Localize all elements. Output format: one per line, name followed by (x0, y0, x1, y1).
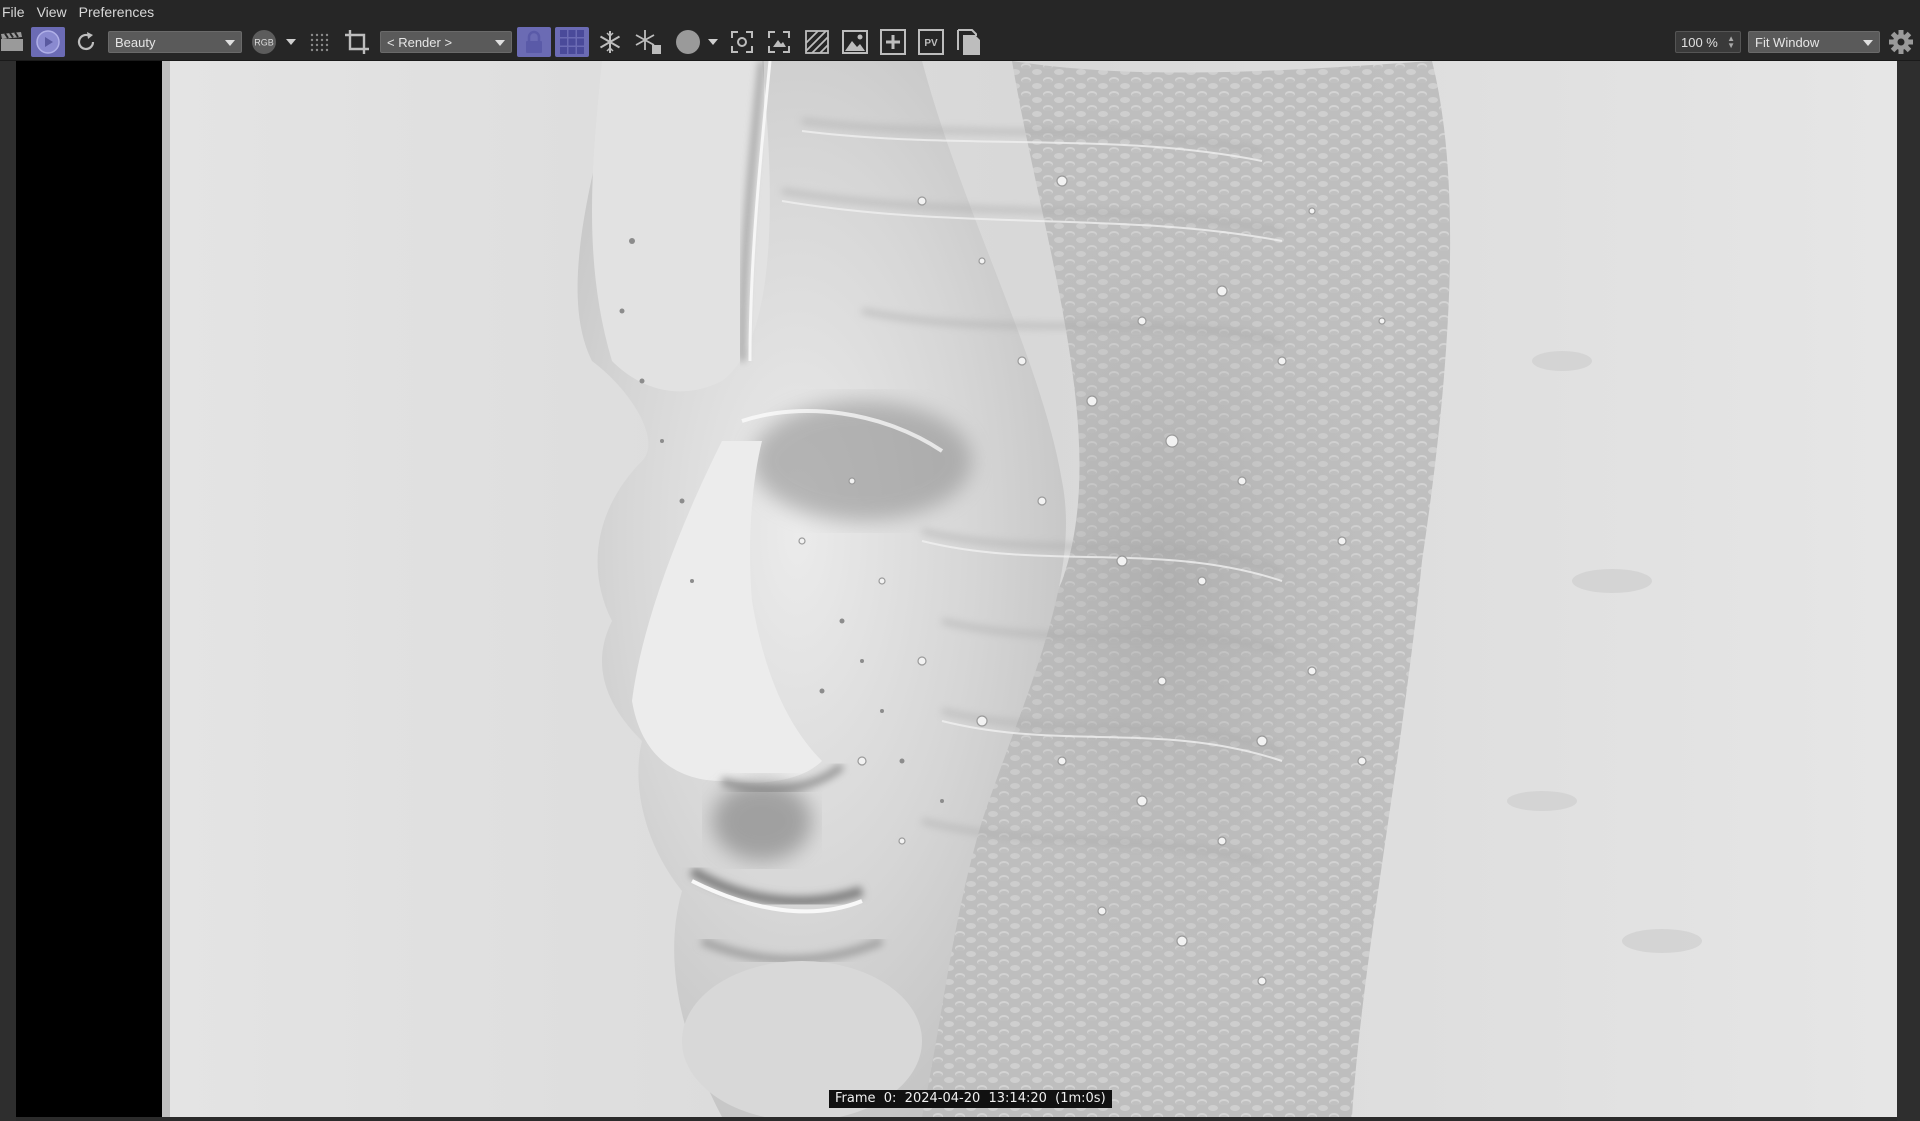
add-snapshot-icon[interactable] (878, 27, 908, 57)
render-viewer: Frame 0: 2024-04-20 13:14:20 (1m:0s) (0, 61, 1920, 1121)
clapperboard-icon[interactable] (0, 27, 24, 57)
channel-selector-button[interactable]: RGB (250, 27, 278, 57)
render-pass-select[interactable]: Beauty (108, 31, 242, 53)
image-icon[interactable] (840, 27, 870, 57)
chevron-down-icon (495, 40, 505, 46)
toolbar: Beauty RGB < Render > PV 100 % ▲ ▼ Fit W… (0, 24, 1920, 61)
picture-viewer-button[interactable]: PV (916, 27, 946, 57)
spinner-arrows-icon[interactable]: ▲ ▼ (1727, 35, 1735, 50)
camera-select-value: < Render > (387, 35, 453, 50)
menu-preferences[interactable]: Preferences (73, 4, 160, 20)
copy-icon[interactable] (954, 27, 984, 57)
frame-info-overlay: Frame 0: 2024-04-20 13:14:20 (1m:0s) (829, 1090, 1112, 1108)
lock-button[interactable] (517, 27, 551, 57)
camera-select[interactable]: < Render > (380, 31, 512, 53)
zoom-input[interactable]: 100 % ▲ ▼ (1675, 31, 1741, 53)
compare-icon[interactable] (802, 27, 832, 57)
chevron-down-icon[interactable] (705, 27, 721, 57)
render-pass-value: Beauty (115, 35, 156, 50)
gear-icon[interactable] (1886, 27, 1916, 57)
zoom-value: 100 % (1681, 35, 1718, 50)
focus-region-icon[interactable] (727, 27, 757, 57)
menu-view[interactable]: View (31, 4, 73, 20)
viewer-right-margin (1897, 61, 1920, 1121)
sculpted-face-render (162, 61, 1897, 1117)
snowflake-icon[interactable] (595, 27, 625, 57)
fit-mode-value: Fit Window (1755, 35, 1820, 50)
menu-file[interactable]: File (0, 4, 31, 20)
crop-icon[interactable] (341, 27, 373, 57)
chevron-down-icon (225, 40, 235, 46)
viewer-left-margin (0, 61, 16, 1121)
freeze-sub-icon[interactable] (632, 27, 664, 57)
fit-mode-select[interactable]: Fit Window (1748, 31, 1880, 53)
channel-badge-text: RGB (254, 38, 274, 48)
grid-overlay-button[interactable] (555, 27, 589, 57)
sphere-icon[interactable] (672, 27, 704, 57)
dot-grid-icon[interactable] (305, 27, 333, 57)
play-render-button[interactable] (31, 27, 65, 57)
refresh-icon[interactable] (71, 27, 101, 57)
pv-label: PV (924, 38, 938, 49)
viewer-background (16, 61, 162, 1117)
menu-bar: File View Preferences (0, 0, 1920, 24)
render-image[interactable] (162, 61, 1897, 1117)
chevron-down-icon[interactable] (283, 27, 299, 57)
chevron-down-icon (1863, 40, 1873, 46)
render-region-icon[interactable] (764, 27, 794, 57)
